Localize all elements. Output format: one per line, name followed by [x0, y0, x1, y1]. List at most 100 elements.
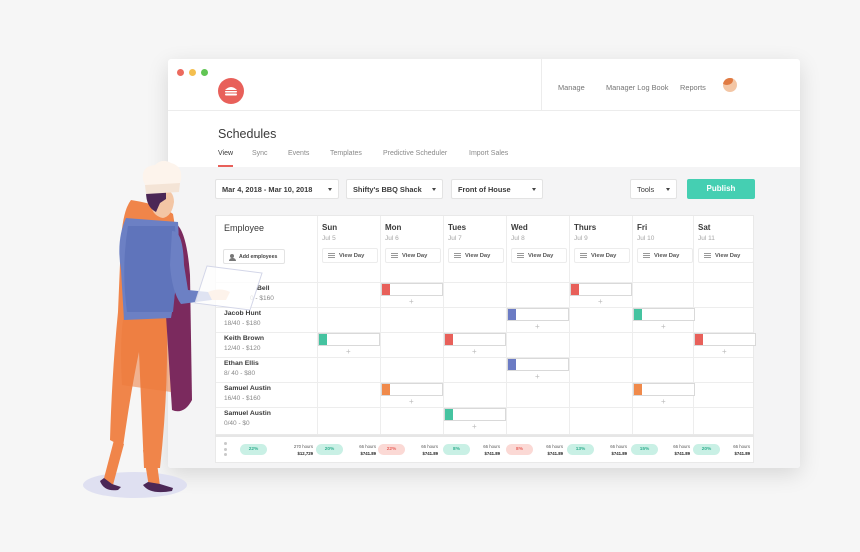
employee-column-header: Employee — [224, 223, 265, 233]
schedule-summary-footer: 22% 270 hours $12,729 20% 66 hours $741.89 22%… — [215, 435, 754, 463]
add-shift-icon[interactable]: + — [346, 348, 351, 356]
employee-name: Samuel Austin — [224, 410, 271, 417]
cost-value: $741.89 — [484, 451, 500, 456]
shift-block[interactable] — [444, 333, 506, 346]
view-day-label: View Day — [654, 253, 680, 259]
user-avatar[interactable] — [723, 78, 737, 92]
view-day-button[interactable]: View Day — [511, 248, 567, 263]
shoe — [143, 482, 173, 493]
view-day-button[interactable]: View Day — [448, 248, 504, 263]
add-shift-icon[interactable]: + — [535, 373, 540, 381]
day-date: Jul 10 — [637, 235, 655, 242]
shift-block[interactable] — [507, 358, 569, 371]
tab-sync[interactable]: Sync — [252, 150, 268, 157]
department-dropdown[interactable]: Front of House — [451, 179, 543, 199]
shift-block[interactable] — [444, 408, 506, 421]
tab-predictive-scheduler[interactable]: Predictive Scheduler — [383, 150, 447, 157]
view-day-label: View Day — [339, 253, 365, 259]
day-date: Jul 8 — [511, 235, 525, 242]
hair — [146, 191, 166, 212]
view-day-button[interactable]: View Day — [637, 248, 693, 263]
shift-color-bar — [571, 284, 579, 295]
day-date: Jul 5 — [322, 235, 336, 242]
shift-block[interactable] — [381, 283, 443, 296]
view-day-label: View Day — [402, 253, 428, 259]
drag-handle-icon[interactable] — [224, 442, 227, 459]
nav-manage[interactable]: Manage — [558, 83, 585, 92]
shift-block[interactable] — [633, 383, 695, 396]
day-name: Tues — [448, 223, 467, 232]
shift-block[interactable] — [507, 308, 569, 321]
shift-color-bar — [445, 334, 453, 345]
hours-cost-summary: 66 hours $741.89 — [529, 443, 563, 457]
employee-hours: 12/40 - $120 — [224, 345, 261, 352]
day-name: Wed — [511, 223, 528, 232]
add-shift-icon[interactable]: + — [472, 423, 477, 431]
shift-color-bar — [508, 359, 516, 370]
shift-block[interactable] — [318, 333, 380, 346]
view-day-button[interactable]: View Day — [698, 248, 754, 263]
cost-value: $741.89 — [360, 451, 376, 456]
brand-logo[interactable] — [218, 78, 244, 104]
shift-block[interactable] — [694, 333, 756, 346]
shift-block[interactable] — [570, 283, 632, 296]
add-shift-icon[interactable]: + — [409, 398, 414, 406]
tab-import-sales[interactable]: Import Sales — [469, 150, 508, 157]
schedule-grid: Employee Add employees Sun Jul 5 View Day M… — [215, 215, 756, 435]
maximize-window-dot[interactable] — [201, 69, 208, 76]
nav-reports[interactable]: Reports — [680, 83, 706, 92]
add-shift-icon[interactable]: + — [472, 348, 477, 356]
view-day-button[interactable]: View Day — [385, 248, 441, 263]
chevron-down-icon — [432, 188, 436, 191]
tab-events[interactable]: Events — [288, 150, 309, 157]
percentage-badge: 22% — [240, 444, 267, 455]
add-shift-icon[interactable]: + — [722, 348, 727, 356]
hours-value: 66 hours — [546, 444, 563, 449]
date-range-dropdown[interactable]: Mar 4, 2018 - Mar 10, 2018 — [215, 179, 339, 199]
cost-value: $12,729 — [297, 451, 313, 456]
cost-value: $741.89 — [547, 451, 563, 456]
add-shift-icon[interactable]: + — [535, 323, 540, 331]
hours-value: 66 hours — [673, 444, 690, 449]
column-divider — [380, 216, 381, 434]
nav-manager-log-book[interactable]: Manager Log Book — [606, 83, 668, 92]
hours-value: 66 hours — [483, 444, 500, 449]
location-dropdown[interactable]: Shifty's BBQ Shack — [346, 179, 443, 199]
shift-color-bar — [382, 284, 390, 295]
list-icon — [517, 253, 524, 254]
view-day-button[interactable]: View Day — [322, 248, 378, 263]
day-date: Jul 7 — [448, 235, 462, 242]
tools-label: Tools — [637, 185, 655, 194]
location-value: Shifty's BBQ Shack — [353, 185, 422, 194]
add-shift-icon[interactable]: + — [409, 298, 414, 306]
tab-templates[interactable]: Templates — [330, 150, 362, 157]
top-navigation: Manage Manager Log Book Reports — [541, 59, 800, 111]
view-day-label: View Day — [715, 253, 741, 259]
tab-view[interactable]: View — [218, 150, 233, 157]
shift-color-bar — [634, 384, 642, 395]
hours-cost-summary: 66 hours $741.89 — [404, 443, 438, 457]
day-name: Thurs — [574, 223, 597, 232]
hours-cost-summary: 66 hours $741.89 — [716, 443, 750, 457]
employee-name: Ethan Ellis — [224, 360, 259, 367]
shift-color-bar — [508, 309, 516, 320]
hours-value: 270 hours — [293, 444, 313, 449]
tools-dropdown[interactable]: Tools — [630, 179, 677, 199]
shoe — [100, 478, 121, 491]
percentage-badge: 22% — [378, 444, 405, 455]
minimize-window-dot[interactable] — [189, 69, 196, 76]
publish-button[interactable]: Publish — [687, 179, 755, 199]
shift-block[interactable] — [381, 383, 443, 396]
column-divider — [569, 216, 570, 434]
close-window-dot[interactable] — [177, 69, 184, 76]
chevron-down-icon — [532, 188, 536, 191]
cost-value: $741.89 — [674, 451, 690, 456]
add-shift-icon[interactable]: + — [661, 323, 666, 331]
add-employees-button[interactable]: Add employees — [223, 249, 285, 264]
employee-name: Samuel Austin — [224, 385, 271, 392]
day-name: Sun — [322, 223, 338, 232]
shift-block[interactable] — [633, 308, 695, 321]
add-shift-icon[interactable]: + — [598, 298, 603, 306]
add-shift-icon[interactable]: + — [661, 398, 666, 406]
view-day-button[interactable]: View Day — [574, 248, 630, 263]
